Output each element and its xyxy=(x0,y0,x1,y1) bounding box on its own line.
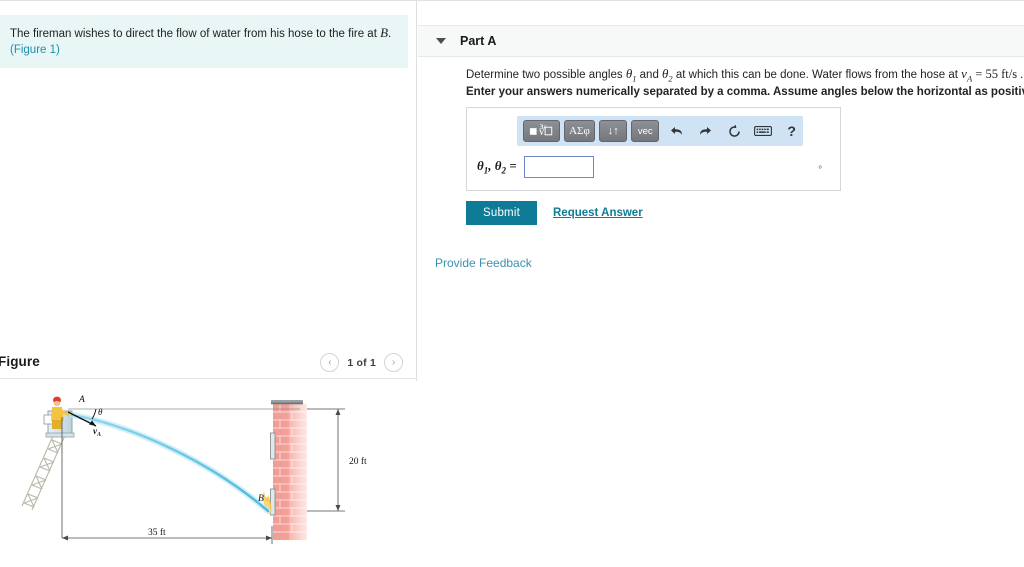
arrows-button[interactable]: ↓↑ xyxy=(599,120,628,142)
redo-icon[interactable] xyxy=(694,120,717,142)
figure-label-distance: 35 ft xyxy=(148,527,166,538)
figure-label-height: 20 ft xyxy=(349,456,367,467)
figure-diagram-svg: A B θ vA 20 ft 35 ft xyxy=(21,395,367,544)
undo-icon[interactable] xyxy=(665,120,688,142)
figure-title: Figure xyxy=(0,354,40,369)
figure-next-button[interactable]: › xyxy=(384,353,403,372)
problem-page: The fireman wishes to direct the flow of… xyxy=(0,0,1024,567)
figure-label-b: B xyxy=(258,494,264,504)
figure-label-velocity: vA xyxy=(93,426,101,438)
answer-label: θ1, θ2 = xyxy=(477,158,517,176)
answer-widget: ∛ ΑΣφ ↓↑ vec ? θ1, θ2 = ° xyxy=(466,107,841,191)
figure-pager: ‹ 1 of 1 › xyxy=(320,353,403,372)
greek-symbols-button[interactable]: ΑΣφ xyxy=(563,120,596,142)
figure-label-a: A xyxy=(78,395,85,405)
question-point-label: B xyxy=(380,25,389,40)
part-a-prompt-line-1: Determine two possible angles θ1 and θ2 … xyxy=(466,66,1023,84)
question-statement: The fireman wishes to direct the flow of… xyxy=(0,15,408,69)
submit-button[interactable]: Submit xyxy=(466,201,537,225)
reset-icon[interactable] xyxy=(723,120,746,142)
chevron-down-icon[interactable] xyxy=(436,38,446,44)
answer-unit-degree: ° xyxy=(818,164,822,174)
answer-input[interactable] xyxy=(523,156,594,178)
action-row: Submit Request Answer xyxy=(466,201,643,225)
template-root-button[interactable]: ∛ xyxy=(523,120,560,142)
part-a-header[interactable]: Part A xyxy=(418,25,1024,57)
request-answer-link[interactable]: Request Answer xyxy=(553,207,643,219)
prompt-text-1b: and xyxy=(636,69,663,81)
figure-page-count: 1 of 1 xyxy=(347,356,376,369)
prompt-theta-1: θ1 xyxy=(625,66,637,84)
figure-prev-button[interactable]: ‹ xyxy=(320,353,340,372)
figure-image[interactable]: A B θ vA 20 ft 35 ft xyxy=(0,381,417,567)
part-a-prompt-line-2: Enter your answers numerically separated… xyxy=(466,86,1024,98)
root-template-icon: ∛ xyxy=(529,125,553,138)
building-wall xyxy=(270,400,307,540)
part-a-title: Part A xyxy=(460,34,497,48)
right-panel: Part A Determine two possible angles θ1 … xyxy=(418,1,1024,567)
figure-header: Figure ‹ 1 of 1 › xyxy=(0,349,417,379)
figure-1-link[interactable]: (Figure 1) xyxy=(10,44,60,56)
prompt-theta-2: θ2 xyxy=(662,66,673,84)
question-text-before: The fireman wishes to direct the flow of… xyxy=(10,28,381,40)
help-icon[interactable]: ? xyxy=(780,120,803,142)
answer-row: θ1, θ2 = xyxy=(477,156,594,178)
left-panel: The fireman wishes to direct the flow of… xyxy=(0,1,417,567)
prompt-text-1a: Determine two possible angles xyxy=(466,69,626,81)
question-text-after: . xyxy=(388,28,392,40)
figure-label-theta: θ xyxy=(98,407,103,417)
prompt-text-1c: at which this can be done. Water flows f… xyxy=(672,69,962,81)
keyboard-icon[interactable] xyxy=(752,120,775,142)
prompt-text-1d: = 55 ft/s . xyxy=(972,67,1024,81)
vector-button[interactable]: vec xyxy=(631,120,660,142)
provide-feedback-link[interactable]: Provide Feedback xyxy=(435,256,532,270)
prompt-velocity: vA xyxy=(961,66,973,84)
water-trajectory xyxy=(69,412,271,514)
math-toolbar: ∛ ΑΣφ ↓↑ vec ? xyxy=(517,116,803,146)
